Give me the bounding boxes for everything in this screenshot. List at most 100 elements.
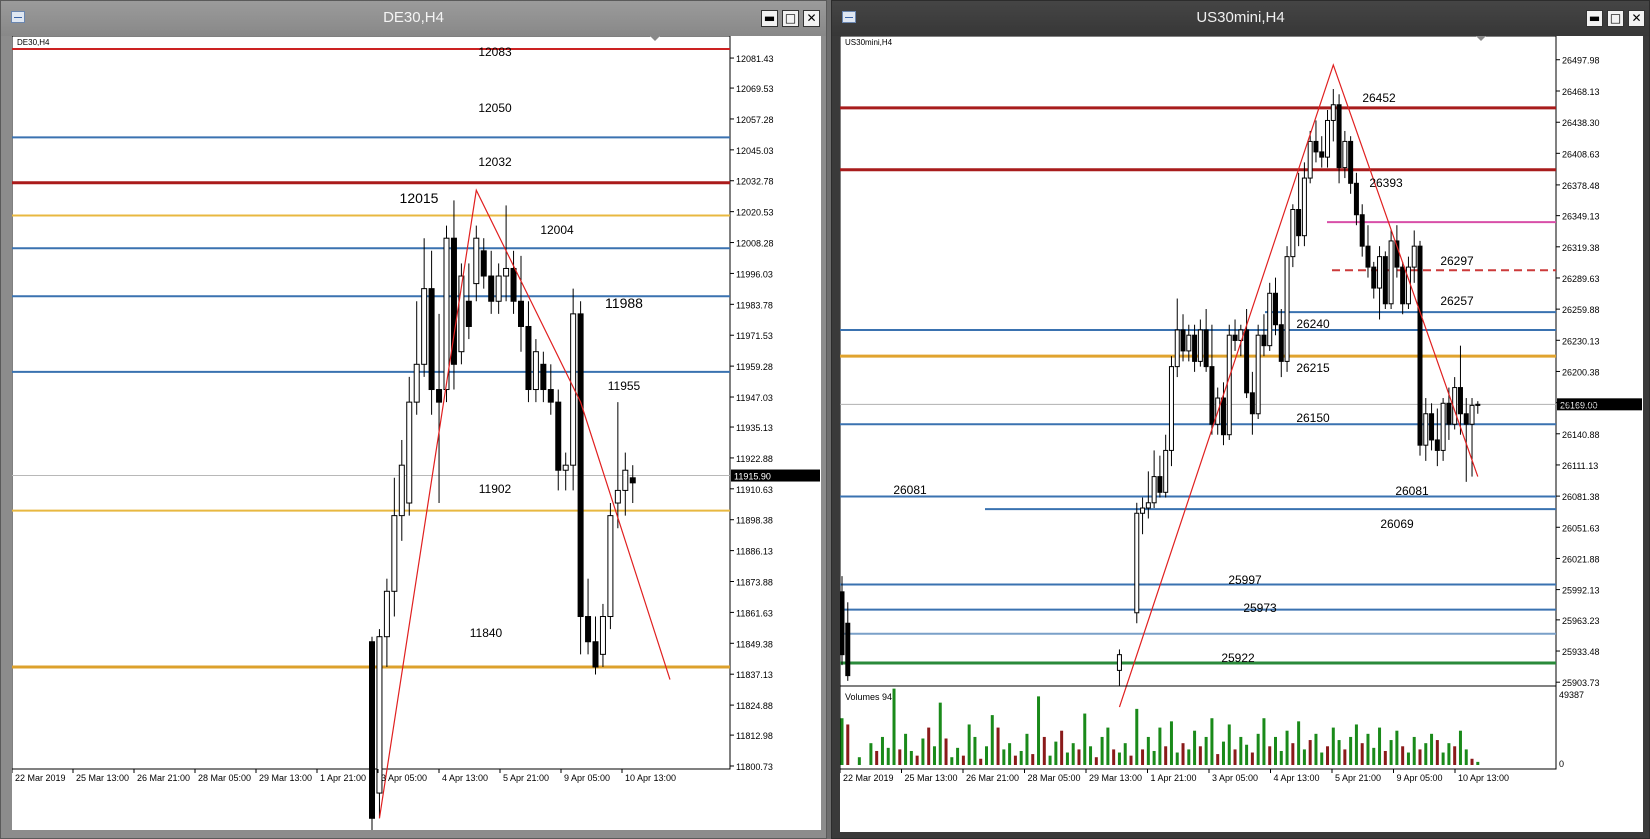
candle-body: [1180, 329, 1186, 352]
candle-body: [1249, 392, 1255, 415]
candle-body: [547, 389, 554, 403]
close-button[interactable]: ✕: [803, 10, 820, 27]
x-axis-tick-label: 25 Mar 13:00: [76, 773, 129, 783]
x-axis-tick-label: 28 Mar 05:00: [198, 773, 251, 783]
candle-body: [1267, 292, 1273, 347]
y-axis-tick-label: 12032.78: [736, 177, 774, 187]
level-annotation: 11902: [479, 482, 512, 496]
chart-symbol-label: DE30,H4: [17, 38, 50, 47]
candle-body: [1203, 329, 1209, 368]
volume-panel-label: Volumes 94: [845, 692, 892, 702]
y-axis-tick-label: 12057.28: [736, 115, 774, 125]
candle-body: [607, 515, 614, 618]
candle-body: [1151, 476, 1157, 504]
candle-body: [614, 489, 621, 504]
y-axis-tick-label: 11849.38: [736, 639, 773, 649]
level-annotation: 11840: [470, 626, 503, 640]
candle-body: [436, 389, 443, 403]
candle-body: [1388, 240, 1394, 305]
candle-body: [503, 267, 510, 277]
candle-body: [1475, 403, 1481, 406]
candle-body: [1174, 329, 1180, 368]
candle-body: [1411, 245, 1417, 268]
volume-axis-max-label: 49387: [1559, 690, 1584, 700]
candle-body: [406, 401, 413, 504]
y-axis-tick-label: 11800.73: [736, 762, 773, 772]
y-axis-tick-label: 11861.63: [736, 608, 773, 618]
candle-body: [1278, 324, 1284, 362]
maximize-button[interactable]: □: [782, 10, 799, 27]
y-axis-tick-label: 26021.88: [1562, 554, 1600, 564]
level-annotation: 26081: [1395, 484, 1429, 498]
level-annotation: 25973: [1243, 601, 1277, 615]
candle-body: [421, 288, 428, 365]
minimize-button[interactable]: ▬: [761, 10, 778, 27]
candle-body: [532, 351, 539, 391]
x-axis-tick-label: 10 Apr 13:00: [1458, 773, 1509, 783]
candle-body: [585, 616, 592, 643]
y-axis-tick-label: 26081.38: [1562, 492, 1600, 502]
y-axis-tick-label: 26200.38: [1562, 367, 1600, 377]
level-annotation: 26240: [1296, 317, 1330, 331]
x-axis-tick-label: 29 Mar 13:00: [1089, 773, 1142, 783]
y-axis-tick-label: 26051.63: [1562, 523, 1600, 533]
candle-body: [428, 288, 435, 391]
volume-axis-zero-label: 0: [1559, 759, 1564, 769]
y-axis-tick-label: 26230.13: [1562, 336, 1600, 346]
de30-chart[interactable]: 11915.90 12081.43 12069.53 12057.28 12045.03…: [11, 35, 821, 839]
x-axis-tick-label: 5 Apr 21:00: [1335, 773, 1381, 783]
candle-body: [1440, 402, 1446, 451]
candle-body: [622, 469, 629, 491]
y-axis-tick-label: 26349.13: [1562, 212, 1600, 222]
chart-shift-marker[interactable]: [1476, 36, 1486, 41]
level-annotation: 11988: [605, 295, 643, 311]
x-axis-tick-label: 5 Apr 21:00: [503, 773, 549, 783]
price-chart-area[interactable]: 11915.90 12081.43 12069.53 12057.28 12045.03…: [11, 35, 821, 839]
close-button[interactable]: ✕: [1628, 10, 1645, 27]
window-titlebar[interactable]: US30mini,H4 ▬ □ ✕: [832, 1, 1649, 36]
x-axis-tick-label: 25 Mar 13:00: [905, 773, 958, 783]
level-annotation: 12083: [478, 45, 512, 59]
level-annotation: 12032: [478, 155, 512, 169]
candle-body: [413, 363, 420, 403]
level-annotation: 12015: [400, 190, 439, 206]
y-axis-tick-label: 11898.38: [736, 516, 773, 526]
x-axis-tick-label: 1 Apr 21:00: [1151, 773, 1197, 783]
candle-body: [1342, 140, 1348, 169]
candle-body: [1301, 177, 1307, 237]
candle-body: [1168, 366, 1174, 451]
candle-body: [1157, 476, 1163, 493]
y-axis-tick-label: 11922.88: [736, 454, 773, 464]
y-axis-tick-label: 11824.88: [736, 701, 773, 711]
chart-window-us30mini[interactable]: US30mini,H4 ▬ □ ✕ 26169.00 26497.98 26468.…: [831, 0, 1650, 839]
candle-body: [1417, 245, 1423, 446]
candle-body: [629, 477, 636, 484]
minimize-button[interactable]: ▬: [1586, 10, 1603, 27]
chart-window-de30[interactable]: DE30,H4 ▬ □ ✕ 11915.90 12081.43 12069.53 12…: [0, 0, 827, 839]
window-titlebar[interactable]: DE30,H4 ▬ □ ✕: [1, 1, 826, 36]
maximize-button[interactable]: □: [1607, 10, 1624, 27]
candle-body: [599, 616, 606, 655]
us30mini-chart[interactable]: 26169.0026497.9826468.1326438.3026408.63…: [839, 35, 1643, 832]
y-axis-tick-label: 11873.88: [736, 578, 773, 588]
candle-body: [1353, 182, 1359, 216]
x-axis-tick-label: 28 Mar 05:00: [1028, 773, 1081, 783]
candle-body: [525, 325, 532, 391]
y-axis-tick-label: 25903.73: [1562, 678, 1600, 688]
candle-body: [1457, 387, 1463, 415]
candle-body: [1116, 654, 1122, 671]
candle-body: [1469, 404, 1475, 425]
candle-body: [369, 641, 375, 819]
price-chart-area[interactable]: 26169.00 26497.98 26468.13 26438.30 26408.63…: [839, 35, 1643, 832]
x-axis-tick-label: 3 Apr 05:00: [1212, 773, 1258, 783]
candle-body: [1290, 208, 1296, 258]
level-annotation: 25922: [1221, 651, 1255, 665]
candle-body: [1313, 140, 1319, 153]
candle-body: [383, 590, 390, 638]
candle-body: [1192, 334, 1198, 362]
candle-body: [1186, 334, 1192, 352]
candle-body: [1163, 449, 1169, 493]
chart-shift-marker[interactable]: [650, 36, 660, 41]
candle-body: [540, 363, 547, 391]
candle-body: [1209, 366, 1215, 425]
